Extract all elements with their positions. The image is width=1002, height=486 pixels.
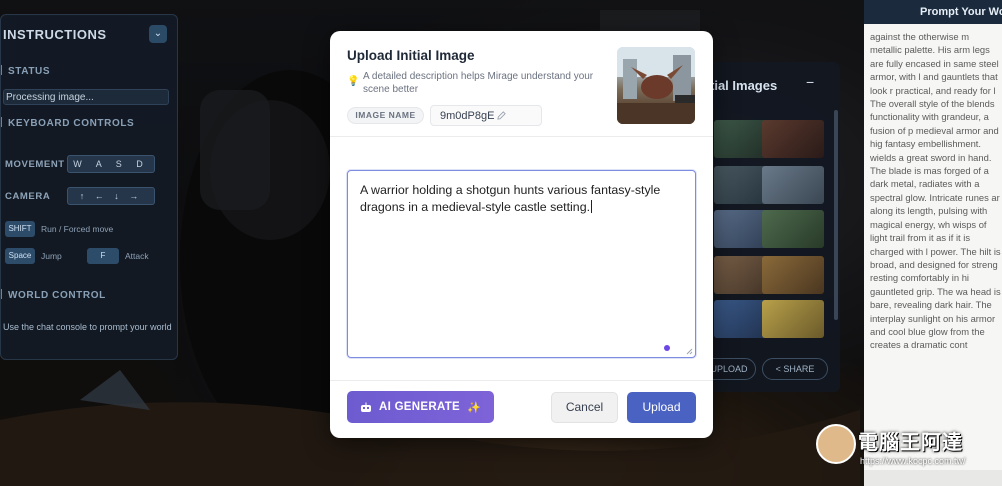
- description-textarea[interactable]: A warrior holding a shotgun hunts variou…: [347, 170, 696, 358]
- image-thumbnail[interactable]: [762, 166, 824, 204]
- world-control-label: WORLD CONTROL: [1, 289, 106, 301]
- prompt-input-footer[interactable]: [864, 470, 1002, 486]
- space-action: Jump: [41, 251, 62, 261]
- upload-button[interactable]: Upload: [627, 392, 696, 423]
- image-thumbnail[interactable]: [762, 210, 824, 248]
- watermark-url: https://www.kocpc.com.tw/: [860, 456, 966, 466]
- pencil-icon[interactable]: [497, 111, 506, 120]
- sparkle-icon: ✨: [467, 401, 482, 414]
- collapse-icon[interactable]: ⌄: [149, 25, 167, 43]
- image-name-value: 9m0dP8gE: [440, 110, 495, 122]
- preview-thumbnail: [617, 47, 695, 124]
- watermark-avatar-icon: [816, 424, 856, 464]
- shift-key: SHIFT: [5, 221, 35, 237]
- upload-image-modal: Upload Initial Image 💡 A detailed descri…: [330, 31, 713, 438]
- watermark-name: 電腦王阿達: [858, 430, 963, 454]
- f-action: Attack: [125, 251, 149, 261]
- camera-keys: ↑ ← ↓ →: [67, 187, 155, 205]
- ai-generate-label: AI GENERATE: [378, 401, 461, 413]
- description-text: A warrior holding a shotgun hunts variou…: [360, 183, 661, 214]
- camera-label: CAMERA: [5, 191, 51, 202]
- share-button[interactable]: < SHARE: [762, 358, 828, 380]
- image-name-label: IMAGE NAME: [347, 107, 424, 124]
- modal-hint: A detailed description helps Mirage unde…: [363, 71, 594, 95]
- initial-images-title: tial Images: [710, 78, 778, 93]
- text-caret: [591, 200, 593, 213]
- world-control-hint: Use the chat console to prompt your worl…: [3, 322, 172, 332]
- movement-label: MOVEMENT: [5, 159, 65, 170]
- header-divider: [330, 136, 713, 137]
- lightbulb-icon: 💡: [347, 76, 360, 87]
- status-dot-icon: [664, 345, 670, 351]
- shift-action: Run / Forced move: [41, 224, 114, 234]
- resize-handle-icon[interactable]: [685, 347, 693, 355]
- cancel-button[interactable]: Cancel: [551, 392, 618, 423]
- f-key: F: [87, 248, 119, 264]
- robot-icon: [360, 402, 371, 412]
- image-thumbnail[interactable]: [762, 300, 824, 338]
- space-key: Space: [5, 248, 35, 264]
- site-watermark: 電腦王阿達 https://www.kocpc.com.tw/: [816, 424, 1002, 472]
- image-thumbnail[interactable]: [762, 120, 824, 158]
- prompt-text: against the otherwise m metallic palette…: [870, 31, 1001, 351]
- instructions-title: INSTRUCTIONS: [3, 27, 107, 42]
- footer-divider: [330, 380, 713, 381]
- image-thumbnail[interactable]: [762, 256, 824, 294]
- movement-keys: W A S D: [67, 155, 155, 173]
- preview-image: [617, 47, 695, 124]
- minimize-icon[interactable]: −: [806, 74, 814, 90]
- prompt-panel-title: Prompt Your Wo: [864, 0, 1002, 24]
- keyboard-section-label: KEYBOARD CONTROLS: [1, 117, 134, 129]
- modal-title: Upload Initial Image: [347, 48, 475, 63]
- instructions-panel: INSTRUCTIONS ⌄ STATUS Processing image..…: [0, 14, 178, 360]
- images-scrollbar[interactable]: [834, 110, 838, 320]
- image-name-field[interactable]: 9m0dP8gE: [430, 105, 542, 126]
- ai-generate-button[interactable]: AI GENERATE ✨: [347, 391, 494, 423]
- status-value: Processing image...: [3, 89, 169, 105]
- status-section-label: STATUS: [1, 65, 50, 77]
